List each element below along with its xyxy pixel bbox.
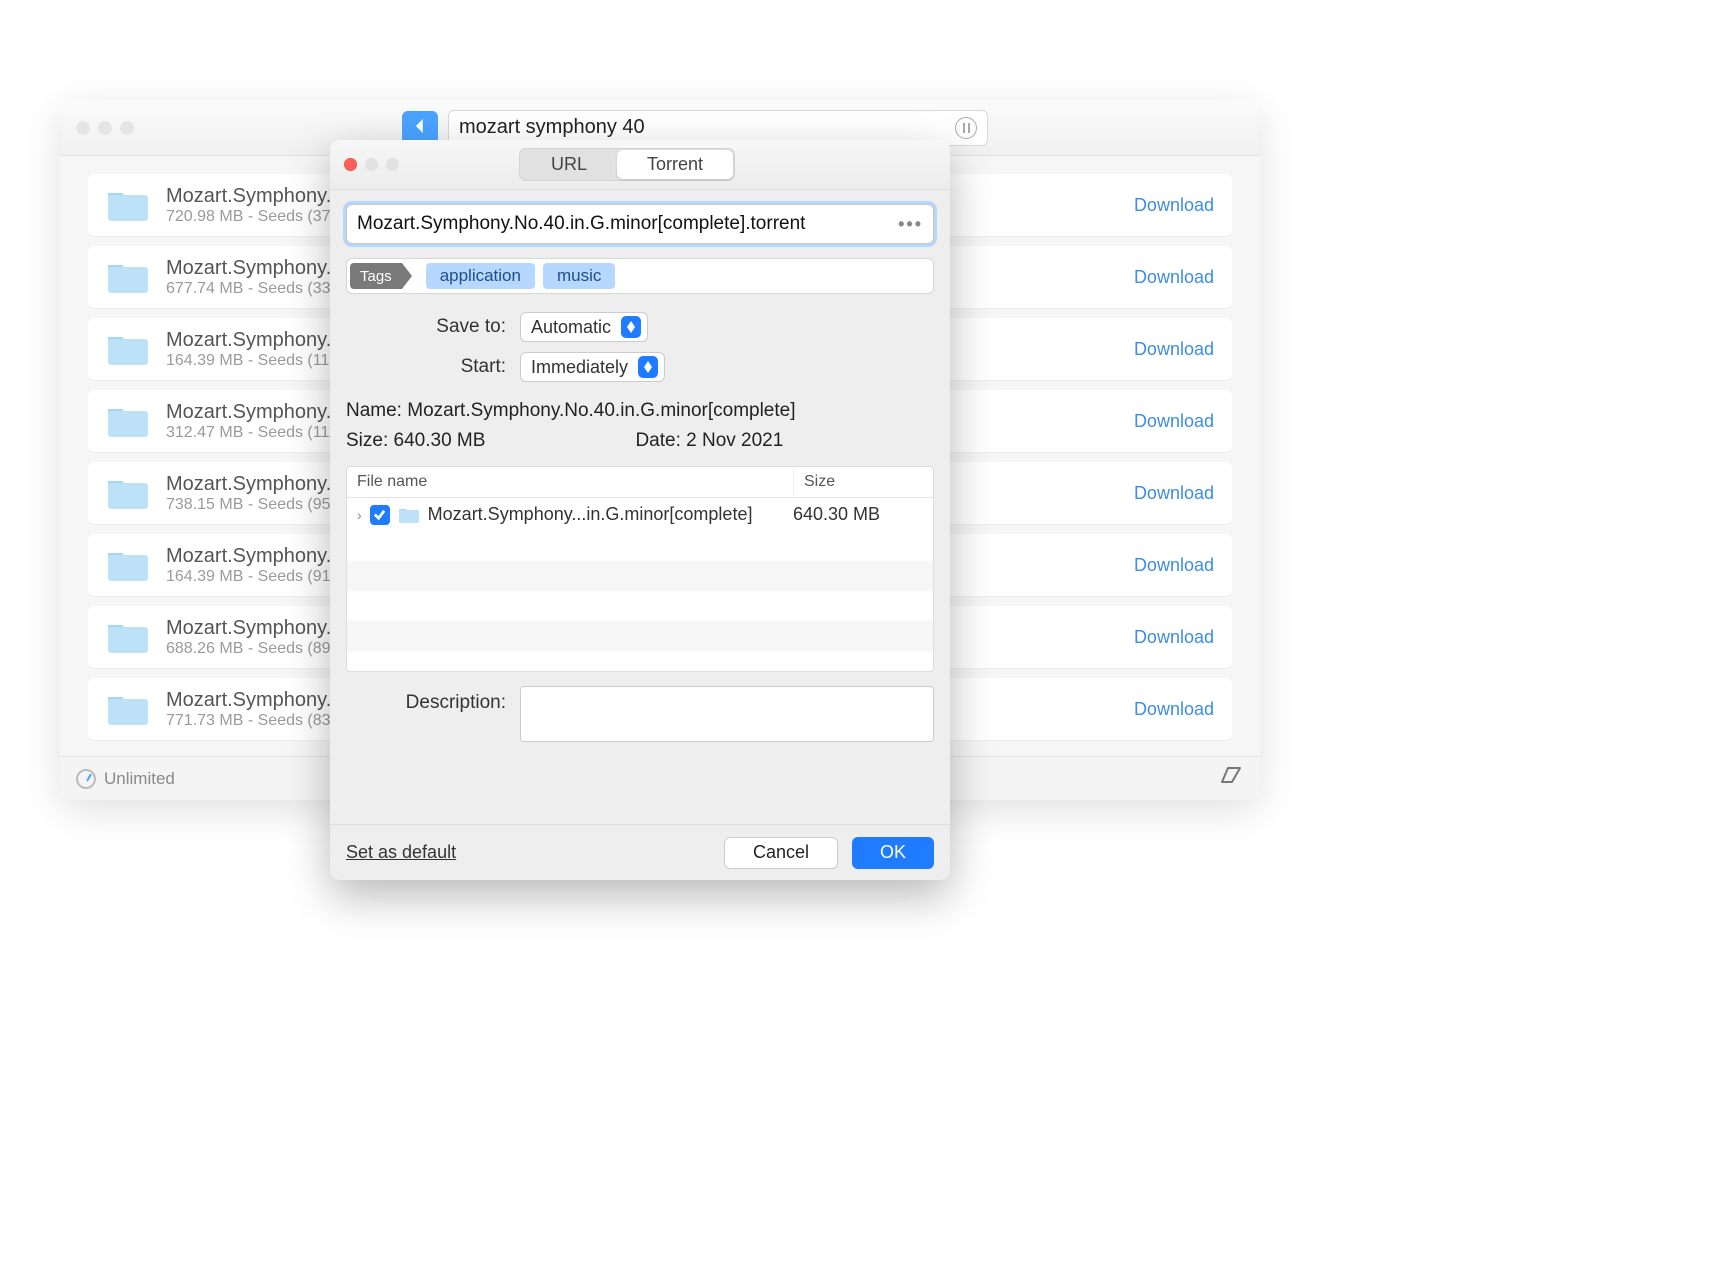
folder-icon [106, 475, 150, 511]
date-value: 2 Nov 2021 [686, 430, 783, 451]
description-input[interactable] [520, 686, 934, 742]
size-label: Size: [346, 430, 388, 451]
file-name: Mozart.Symphony...in.G.minor[complete] [428, 504, 785, 525]
zoom-dot[interactable] [386, 158, 399, 171]
download-link[interactable]: Download [1134, 627, 1214, 648]
col-size[interactable]: Size [793, 467, 933, 497]
folder-icon [106, 547, 150, 583]
tab-torrent[interactable]: Torrent [617, 150, 733, 179]
save-to-value: Automatic [531, 317, 611, 338]
speed-label: Unlimited [104, 769, 175, 789]
close-dot[interactable] [344, 158, 357, 171]
folder-icon [106, 187, 150, 223]
dialog-titlebar: URL Torrent [330, 140, 950, 190]
torrent-file-field[interactable]: Mozart.Symphony.No.40.in.G.minor[complet… [346, 204, 934, 244]
tags-field[interactable]: Tags application music [346, 258, 934, 294]
tab-url[interactable]: URL [521, 150, 617, 179]
date-label: Date: [635, 430, 680, 451]
torrent-info: Name: Mozart.Symphony.No.40.in.G.minor[c… [346, 400, 934, 452]
col-file-name[interactable]: File name [347, 467, 793, 497]
file-row[interactable]: › Mozart.Symphony...in.G.minor[complete]… [347, 498, 933, 531]
download-link[interactable]: Download [1134, 339, 1214, 360]
folder-icon [106, 403, 150, 439]
set-default-link[interactable]: Set as default [346, 842, 456, 863]
dialog-footer: Set as default Cancel OK [330, 824, 950, 880]
file-table: File name Size › Mozart.Symphony...in.G.… [346, 466, 934, 672]
search-query: mozart symphony 40 [459, 116, 947, 139]
save-to-label: Save to: [346, 316, 506, 338]
dialog-window-controls [344, 158, 399, 171]
folder-icon [106, 691, 150, 727]
torrent-file-name: Mozart.Symphony.No.40.in.G.minor[complet… [357, 213, 888, 235]
select-arrows-icon [621, 316, 641, 338]
download-link[interactable]: Download [1134, 195, 1214, 216]
tags-label: Tags [350, 263, 402, 289]
download-link[interactable]: Download [1134, 699, 1214, 720]
speed-gauge-icon [76, 769, 96, 789]
file-size: 640.30 MB [793, 504, 923, 525]
select-arrows-icon [638, 356, 658, 378]
browse-button[interactable]: ••• [898, 214, 923, 235]
mode-segmented-control[interactable]: URL Torrent [519, 148, 735, 181]
tag-music[interactable]: music [543, 263, 615, 289]
pause-icon[interactable] [955, 117, 977, 139]
close-dot[interactable] [76, 121, 90, 135]
folder-icon [106, 331, 150, 367]
name-label: Name: [346, 400, 402, 421]
minimize-dot[interactable] [365, 158, 378, 171]
add-torrent-dialog: URL Torrent Mozart.Symphony.No.40.in.G.m… [330, 140, 950, 880]
minimize-dot[interactable] [98, 121, 112, 135]
size-value: 640.30 MB [394, 430, 486, 451]
zoom-dot[interactable] [120, 121, 134, 135]
folder-icon [106, 619, 150, 655]
description-label: Description: [346, 686, 506, 714]
window-controls [76, 121, 134, 135]
folder-icon [398, 506, 420, 524]
name-value: Mozart.Symphony.No.40.in.G.minor[complet… [407, 400, 795, 421]
file-checkbox[interactable] [370, 505, 390, 525]
chevron-right-icon[interactable]: › [357, 507, 362, 523]
chevron-left-icon [413, 116, 427, 139]
start-value: Immediately [531, 357, 628, 378]
tag-application[interactable]: application [426, 263, 535, 289]
download-link[interactable]: Download [1134, 267, 1214, 288]
download-link[interactable]: Download [1134, 555, 1214, 576]
ok-button[interactable]: OK [852, 837, 934, 869]
start-select[interactable]: Immediately [520, 352, 665, 382]
cancel-button[interactable]: Cancel [724, 837, 838, 869]
folder-icon [106, 259, 150, 295]
download-link[interactable]: Download [1134, 411, 1214, 432]
eraser-icon[interactable] [1218, 766, 1244, 791]
save-to-select[interactable]: Automatic [520, 312, 648, 342]
download-link[interactable]: Download [1134, 483, 1214, 504]
file-table-empty [347, 531, 933, 671]
start-label: Start: [346, 356, 506, 378]
